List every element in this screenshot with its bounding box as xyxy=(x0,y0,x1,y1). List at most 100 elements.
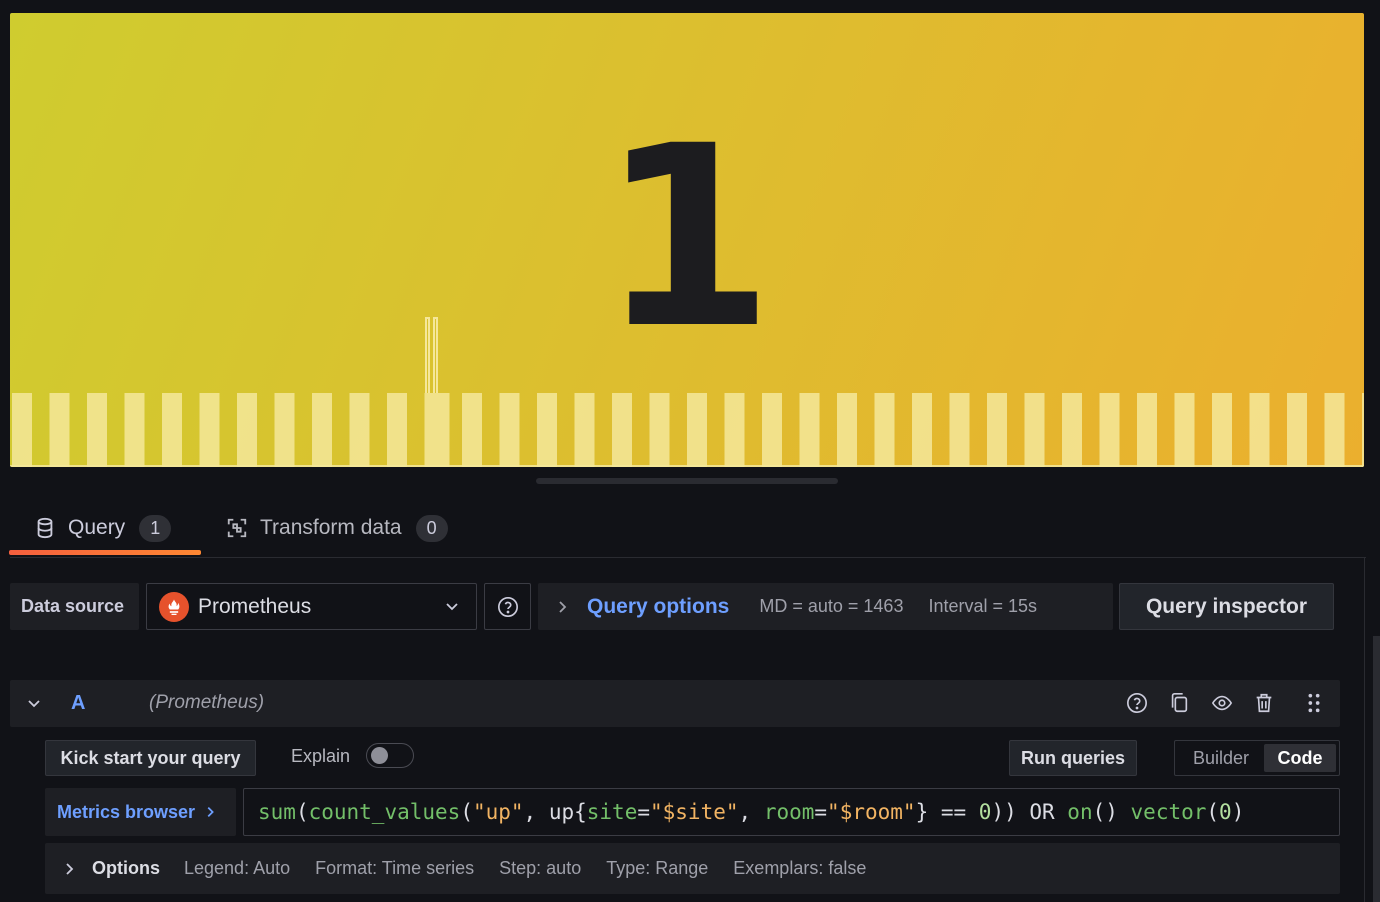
query-datasource-name: (Prometheus) xyxy=(149,692,265,713)
exemplars-option: Exemplars: false xyxy=(733,858,867,878)
sparkline-pulse xyxy=(912,393,932,467)
chevron-down-icon[interactable] xyxy=(26,695,42,711)
tab-query[interactable]: Query 1 xyxy=(34,500,172,556)
sparkline-pulse xyxy=(462,393,482,467)
drag-handle-icon[interactable] xyxy=(1303,692,1325,714)
sparkline-pulse xyxy=(312,393,332,467)
tab-transform-data[interactable]: Transform data 0 xyxy=(226,500,448,556)
sparkline-pulse xyxy=(1287,393,1307,467)
metrics-browser-button[interactable]: Metrics browser xyxy=(45,788,236,836)
data-source-label: Data source xyxy=(10,583,139,630)
sparkline-pulse xyxy=(612,393,632,467)
code-token: 0 xyxy=(978,800,992,824)
editor-mode-switch: Builder Code xyxy=(1174,740,1340,776)
sparkline-pulse xyxy=(949,393,970,467)
sparkline-pulse xyxy=(799,393,820,467)
code-token: () xyxy=(1092,800,1131,824)
tab-transform-count: 0 xyxy=(415,514,448,542)
code-token: ( xyxy=(460,800,473,824)
code-token: , up{ xyxy=(523,800,587,824)
step-option: Step: auto xyxy=(499,858,582,878)
code-token: "up" xyxy=(472,800,524,824)
tabs-divider xyxy=(10,557,1366,558)
database-icon xyxy=(37,517,53,539)
sparkline-pulse xyxy=(274,393,295,467)
data-source-picker[interactable]: Prometheus xyxy=(146,583,477,630)
sparkline-pulse xyxy=(837,393,857,467)
kick-start-query-button[interactable]: Kick start your query xyxy=(45,740,256,776)
panel-resize-handle[interactable] xyxy=(536,478,838,484)
tab-transform-label: Transform data xyxy=(260,516,402,539)
sparkline-pulse xyxy=(537,393,557,467)
data-source-value: Prometheus xyxy=(198,594,312,618)
sparkline-pulse xyxy=(574,393,595,467)
question-circle-icon xyxy=(497,596,518,617)
run-queries-button[interactable]: Run queries xyxy=(1009,740,1137,776)
query-ref-id[interactable]: A xyxy=(71,692,85,715)
pane-border xyxy=(1364,557,1365,902)
sparkline-pulse xyxy=(1024,393,1045,467)
max-data-points-info: MD = auto = 1463 xyxy=(759,596,904,616)
active-tab-indicator xyxy=(9,550,201,555)
sparkline-pulse xyxy=(387,393,407,467)
query-options-row[interactable]: Options Legend: Auto Format: Time series… xyxy=(45,843,1340,894)
code-token: vector xyxy=(1130,800,1207,824)
trash-icon[interactable] xyxy=(1253,692,1275,714)
sparkline-pulse xyxy=(874,393,895,467)
mode-code[interactable]: Code xyxy=(1264,744,1336,772)
prometheus-logo-icon xyxy=(159,591,189,622)
code-token: ( xyxy=(1206,800,1220,824)
sparkline-pulse xyxy=(1062,393,1082,467)
sparkline-pulse xyxy=(87,393,107,467)
type-option: Type: Range xyxy=(606,858,709,878)
interval-info: Interval = 15s xyxy=(928,596,1038,616)
query-options-toggle[interactable]: Query options MD = auto = 1463 Interval … xyxy=(538,583,1113,630)
sparkline-pulse xyxy=(1174,393,1195,467)
stat-panel-preview: 1 xyxy=(10,13,1364,467)
code-token: } == xyxy=(915,800,979,824)
question-circle-icon[interactable] xyxy=(1126,692,1148,714)
code-token: = xyxy=(637,800,650,824)
tab-query-label: Query xyxy=(68,516,126,539)
sparkline-pulse xyxy=(687,393,707,467)
sparkline-pulse xyxy=(199,393,220,467)
toggle-knob xyxy=(371,747,388,764)
legend-option: Legend: Auto xyxy=(184,858,291,878)
scrollbar[interactable] xyxy=(1373,636,1380,902)
sparkline-pulse xyxy=(49,393,70,467)
eye-icon[interactable] xyxy=(1211,692,1233,714)
sparkline-pulse xyxy=(424,393,450,467)
sparkline-pulse xyxy=(162,393,182,467)
sparkline-pulse xyxy=(1362,393,1364,467)
query-expression-editor[interactable]: sum(count_values("up", up{site = "$site", … xyxy=(243,788,1340,836)
query-options-label: Query options xyxy=(587,594,730,618)
sparkline-pulse xyxy=(1099,393,1120,467)
code-token: "$room" xyxy=(827,800,916,824)
chevron-right-icon xyxy=(559,600,567,613)
sparkline-pulse xyxy=(724,393,745,467)
code-token: ) xyxy=(1231,800,1245,824)
query-row-header: A (Prometheus) xyxy=(10,680,1340,727)
code-token: "$site" xyxy=(650,800,739,824)
code-token: site xyxy=(586,800,638,824)
sparkline-pulse xyxy=(499,393,520,467)
metrics-browser-label: Metrics browser xyxy=(57,801,196,822)
duplicate-icon[interactable] xyxy=(1168,692,1190,714)
sparkline-pulse xyxy=(762,393,782,467)
mode-builder[interactable]: Builder xyxy=(1178,744,1264,772)
sparkline-pulse xyxy=(237,393,257,467)
sparkline-pulse xyxy=(1212,393,1232,467)
sparkline-baseline xyxy=(10,465,1364,467)
transform-icon xyxy=(227,518,247,538)
chevron-right-icon xyxy=(207,807,214,817)
sparkline-pulse xyxy=(649,393,670,467)
tab-query-count: 1 xyxy=(139,514,172,542)
code-token: , xyxy=(738,800,764,824)
explain-toggle[interactable] xyxy=(366,743,414,768)
chevron-down-icon xyxy=(446,603,458,611)
code-token: ( xyxy=(295,800,309,824)
query-inspector-button[interactable]: Query inspector xyxy=(1119,583,1334,630)
data-source-help-button[interactable] xyxy=(484,583,531,630)
top-bar xyxy=(0,0,1380,13)
sparkline-pulse xyxy=(1137,393,1157,467)
